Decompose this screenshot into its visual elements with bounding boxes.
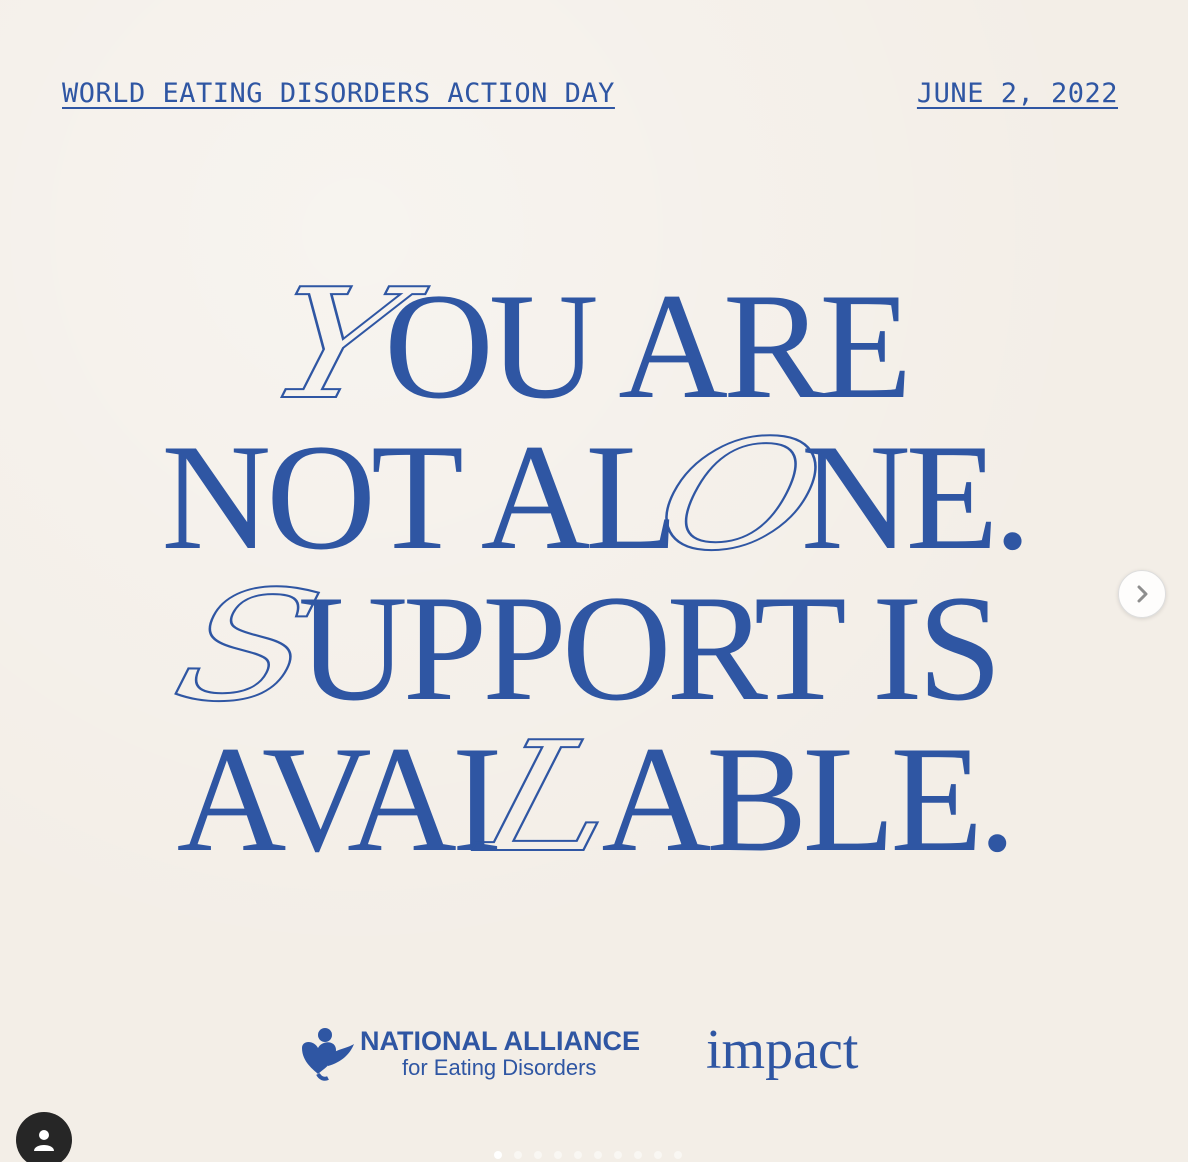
carousel-dot	[534, 1151, 542, 1159]
carousel-dot	[514, 1151, 522, 1159]
heart-figure-icon	[302, 1028, 354, 1081]
national-alliance-logo: NATIONAL ALLIANCE for Eating Disorders	[298, 1024, 640, 1084]
headline-text: NOT AL	[161, 413, 678, 581]
national-alliance-subtitle: for Eating Disorders	[402, 1055, 597, 1080]
headline-text: ABLE.	[601, 715, 1016, 883]
headline-line-1: YOU ARE	[0, 255, 1188, 434]
headline: YOU ARE NOT ALONE. SUPPORT IS AVAILABLE.	[0, 255, 1188, 887]
headline-text: UPPORT IS	[298, 564, 1002, 732]
headline-text: NE.	[800, 413, 1032, 581]
impact-logo: impact	[706, 1019, 859, 1081]
carousel-dot	[674, 1151, 682, 1159]
national-alliance-name: NATIONAL ALLIANCE	[360, 1026, 640, 1056]
post-image: WORLD EATING DISORDERS ACTION DAY JUNE 2…	[0, 0, 1188, 1162]
carousel-dot	[574, 1151, 582, 1159]
headline-line-3: SUPPORT IS	[0, 557, 1188, 736]
carousel-dot	[554, 1151, 562, 1159]
headline-line-4: AVAILABLE.	[0, 708, 1188, 887]
carousel-dot	[634, 1151, 642, 1159]
user-icon	[34, 1130, 54, 1151]
next-slide-button[interactable]	[1118, 570, 1166, 618]
headline-text: AVAI	[176, 715, 503, 883]
carousel-dot	[594, 1151, 602, 1159]
chevron-right-icon	[1137, 585, 1148, 603]
carousel-dot	[654, 1151, 662, 1159]
event-title: WORLD EATING DISORDERS ACTION DAY	[62, 78, 615, 109]
headline-text: OU ARE	[384, 262, 912, 430]
partner-logos: NATIONAL ALLIANCE for Eating Disorders i…	[0, 1020, 1188, 1090]
event-date: JUNE 2, 2022	[916, 78, 1118, 109]
carousel-dot	[614, 1151, 622, 1159]
carousel-indicator	[494, 1151, 682, 1159]
carousel-dot	[494, 1151, 502, 1159]
tagged-users-button[interactable]	[16, 1112, 72, 1162]
headline-line-2: NOT ALONE.	[0, 406, 1188, 585]
